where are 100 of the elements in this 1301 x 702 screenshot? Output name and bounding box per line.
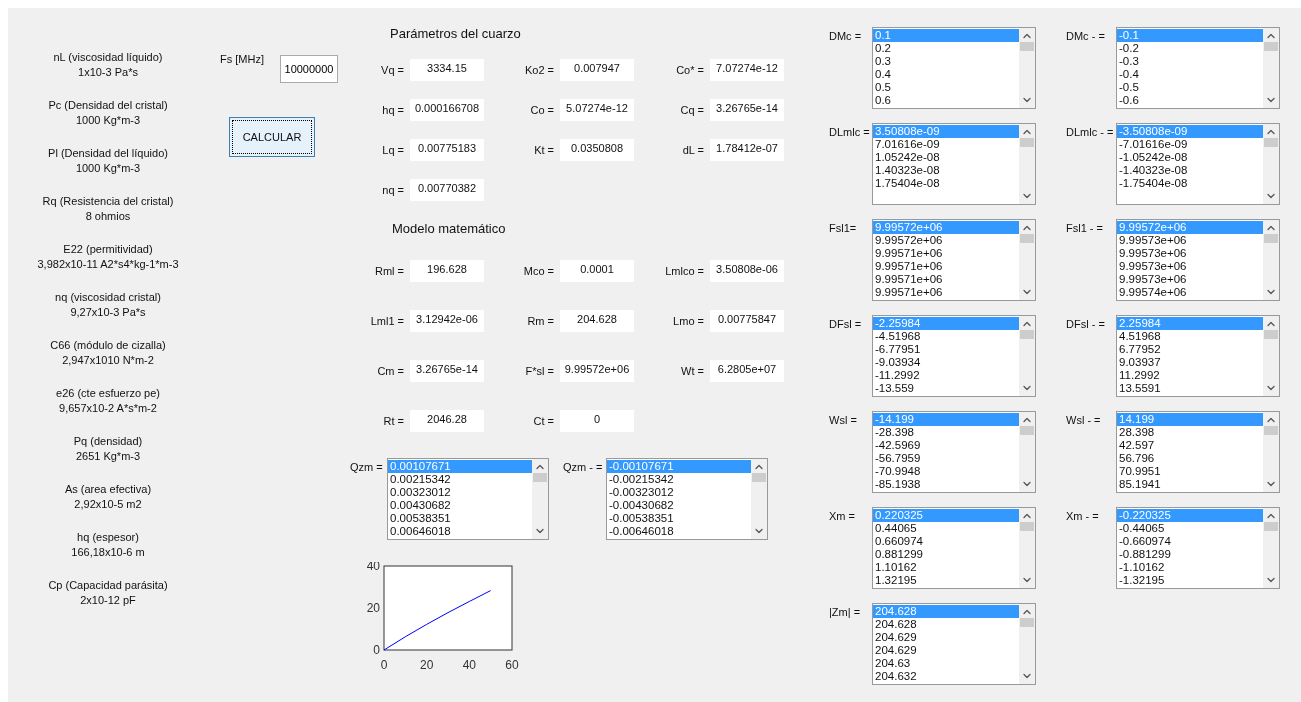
list-box[interactable]: 9.99572e+06 9.99572e+06 9.99571e+06 9.99571e+06 9.99571e+06 9.99571e+06 (872, 219, 1036, 301)
list-item[interactable]: -42.5969 (873, 439, 1019, 452)
list-item[interactable]: -0.6 (1117, 94, 1263, 107)
list-box[interactable]: 14.199 28.398 42.597 56.796 70.9951 85.1941 (1116, 411, 1280, 493)
scrollbar-thumb[interactable] (1264, 426, 1278, 435)
scrollbar[interactable] (1019, 28, 1035, 108)
scrollbar-thumb[interactable] (1020, 522, 1034, 531)
list-item[interactable]: 0.00215342 (388, 473, 532, 486)
list-box[interactable]: 204.628 204.628 204.629 204.629 204.63 204.632 (872, 603, 1036, 685)
frequency-input[interactable]: 10000000 (280, 55, 338, 83)
list-item[interactable]: 0.6 (873, 94, 1019, 107)
scrollbar[interactable] (532, 459, 548, 539)
list-item[interactable]: 4.51968 (1117, 330, 1263, 343)
list-item[interactable]: 0.5 (873, 81, 1019, 94)
list-item[interactable]: -0.4 (1117, 68, 1263, 81)
list-item[interactable]: 0.3 (873, 55, 1019, 68)
scrollbar-thumb[interactable] (1020, 138, 1034, 147)
scrollbar-thumb[interactable] (1020, 234, 1034, 243)
list-item[interactable]: 9.99571e+06 (873, 247, 1019, 260)
scrollbar[interactable] (751, 459, 767, 539)
scrollbar-thumb[interactable] (1020, 330, 1034, 339)
list-item[interactable]: -85.1938 (873, 478, 1019, 491)
list-box[interactable]: 0.220325 0.44065 0.660974 0.881299 1.10162 1.32195 (872, 507, 1036, 589)
list-box[interactable]: -3.50808e-09 -7.01616e-09 -1.05242e-08 -1.40323e-08 -1.75404e-08 (1116, 123, 1280, 205)
list-item[interactable]: 0.00430682 (388, 499, 532, 512)
list-item[interactable]: -6.77951 (873, 343, 1019, 356)
list-item[interactable]: 0.44065 (873, 522, 1019, 535)
list-item[interactable]: 204.629 (873, 644, 1019, 657)
calculate-button[interactable]: CALCULAR (229, 117, 315, 157)
list-item[interactable]: 1.32195 (873, 574, 1019, 587)
list-item[interactable]: 9.99571e+06 (873, 273, 1019, 286)
list-box[interactable]: 0.1 0.2 0.3 0.4 0.5 0.6 (872, 27, 1036, 109)
scrollbar-thumb[interactable] (1020, 42, 1034, 51)
list-item[interactable]: -4.51968 (873, 330, 1019, 343)
list-item[interactable]: 11.2992 (1117, 369, 1263, 382)
list-item[interactable]: 9.99573e+06 (1117, 273, 1263, 286)
list-item[interactable]: 0.881299 (873, 548, 1019, 561)
list-item[interactable]: 1.05242e-08 (873, 151, 1019, 164)
scrollbar-thumb[interactable] (533, 473, 547, 482)
list-item[interactable]: -0.00430682 (607, 499, 751, 512)
list-item[interactable]: 9.99571e+06 (873, 286, 1019, 299)
scrollbar[interactable] (1263, 316, 1279, 396)
list-box[interactable]: -2.25984 -4.51968 -6.77951 -9.03934 -11.2992 -13.559 (872, 315, 1036, 397)
list-box[interactable]: -0.00107671 -0.00215342 -0.00323012 -0.00430682 -0.00538351 -0.00646018 (606, 458, 768, 540)
list-item[interactable]: 9.99571e+06 (873, 260, 1019, 273)
scrollbar[interactable] (1263, 412, 1279, 492)
list-item[interactable]: 70.9951 (1117, 465, 1263, 478)
list-item[interactable]: 7.01616e-09 (873, 138, 1019, 151)
list-item[interactable]: -1.05242e-08 (1117, 151, 1263, 164)
list-item[interactable]: 9.99574e+06 (1117, 286, 1263, 299)
list-item[interactable]: 204.632 (873, 670, 1019, 683)
scrollbar[interactable] (1263, 508, 1279, 588)
list-item[interactable]: -0.00538351 (607, 512, 751, 525)
list-box[interactable]: 0.00107671 0.00215342 0.00323012 0.00430682 0.00538351 0.00646018 (387, 458, 549, 540)
list-item[interactable]: 9.99572e+06 (873, 234, 1019, 247)
scrollbar[interactable] (1263, 124, 1279, 204)
scrollbar-thumb[interactable] (1264, 330, 1278, 339)
list-item[interactable]: -56.7959 (873, 452, 1019, 465)
list-item[interactable]: -9.03934 (873, 356, 1019, 369)
list-item[interactable]: 9.99573e+06 (1117, 234, 1263, 247)
list-item[interactable]: -1.32195 (1117, 574, 1263, 587)
list-item[interactable]: -1.75404e-08 (1117, 177, 1263, 190)
list-item[interactable]: 1.40323e-08 (873, 164, 1019, 177)
scrollbar-thumb[interactable] (1264, 234, 1278, 243)
list-item[interactable]: 85.1941 (1117, 478, 1263, 491)
scrollbar[interactable] (1263, 28, 1279, 108)
list-item[interactable]: 204.629 (873, 631, 1019, 644)
list-item[interactable]: 204.63 (873, 657, 1019, 670)
list-item[interactable]: -0.00646018 (607, 525, 751, 538)
list-item[interactable]: -1.10162 (1117, 561, 1263, 574)
list-item[interactable]: 0.00646018 (388, 525, 532, 538)
list-box[interactable]: -14.199 -28.398 -42.5969 -56.7959 -70.9948 -85.1938 (872, 411, 1036, 493)
scrollbar[interactable] (1019, 604, 1035, 684)
scrollbar-thumb[interactable] (1020, 426, 1034, 435)
list-item[interactable]: -0.5 (1117, 81, 1263, 94)
list-item[interactable]: 56.796 (1117, 452, 1263, 465)
list-item[interactable]: -7.01616e-09 (1117, 138, 1263, 151)
list-box[interactable]: -0.220325 -0.44065 -0.660974 -0.881299 -1.10162 -1.32195 (1116, 507, 1280, 589)
list-item[interactable]: 13.5591 (1117, 382, 1263, 395)
list-box[interactable]: 9.99572e+06 9.99573e+06 9.99573e+06 9.99573e+06 9.99573e+06 9.99574e+06 (1116, 219, 1280, 301)
scrollbar[interactable] (1263, 220, 1279, 300)
list-item[interactable]: -11.2992 (873, 369, 1019, 382)
list-item[interactable]: 0.2 (873, 42, 1019, 55)
list-box[interactable]: 3.50808e-09 7.01616e-09 1.05242e-08 1.40323e-08 1.75404e-08 (872, 123, 1036, 205)
list-item[interactable]: 9.99573e+06 (1117, 260, 1263, 273)
list-item[interactable]: -0.44065 (1117, 522, 1263, 535)
scrollbar-thumb[interactable] (1264, 42, 1278, 51)
list-item[interactable]: -0.881299 (1117, 548, 1263, 561)
list-item[interactable]: 0.00323012 (388, 486, 532, 499)
scrollbar-thumb[interactable] (1020, 618, 1034, 627)
list-item[interactable]: 9.99573e+06 (1117, 247, 1263, 260)
list-item[interactable]: 204.628 (873, 618, 1019, 631)
list-item[interactable]: -0.3 (1117, 55, 1263, 68)
list-item[interactable]: -0.00323012 (607, 486, 751, 499)
scrollbar[interactable] (1019, 124, 1035, 204)
list-item[interactable]: 0.4 (873, 68, 1019, 81)
list-box[interactable]: -0.1 -0.2 -0.3 -0.4 -0.5 -0.6 (1116, 27, 1280, 109)
scrollbar[interactable] (1019, 220, 1035, 300)
list-item[interactable]: 28.398 (1117, 426, 1263, 439)
list-item[interactable]: 0.660974 (873, 535, 1019, 548)
